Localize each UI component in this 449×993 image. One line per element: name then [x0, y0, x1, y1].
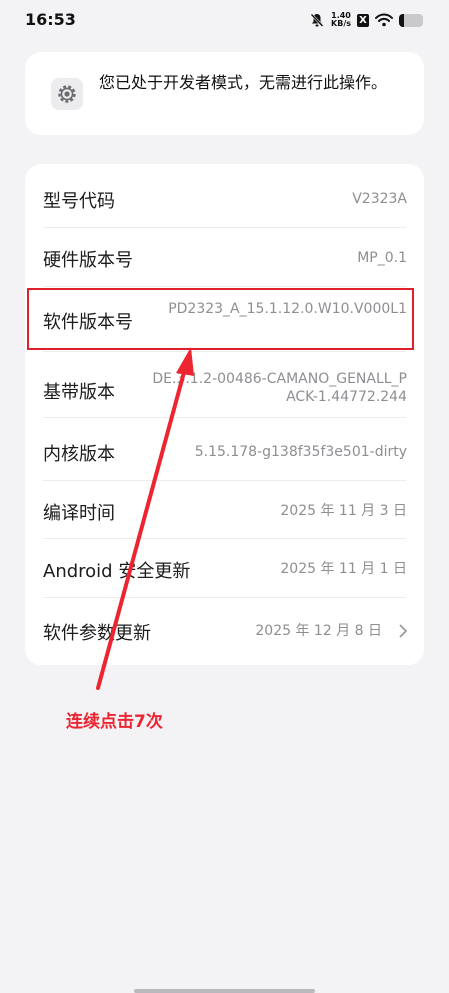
annotation-text: 连续点击7次	[66, 712, 163, 732]
home-indicator[interactable]	[134, 989, 315, 993]
annotation-arrow	[96, 347, 194, 690]
